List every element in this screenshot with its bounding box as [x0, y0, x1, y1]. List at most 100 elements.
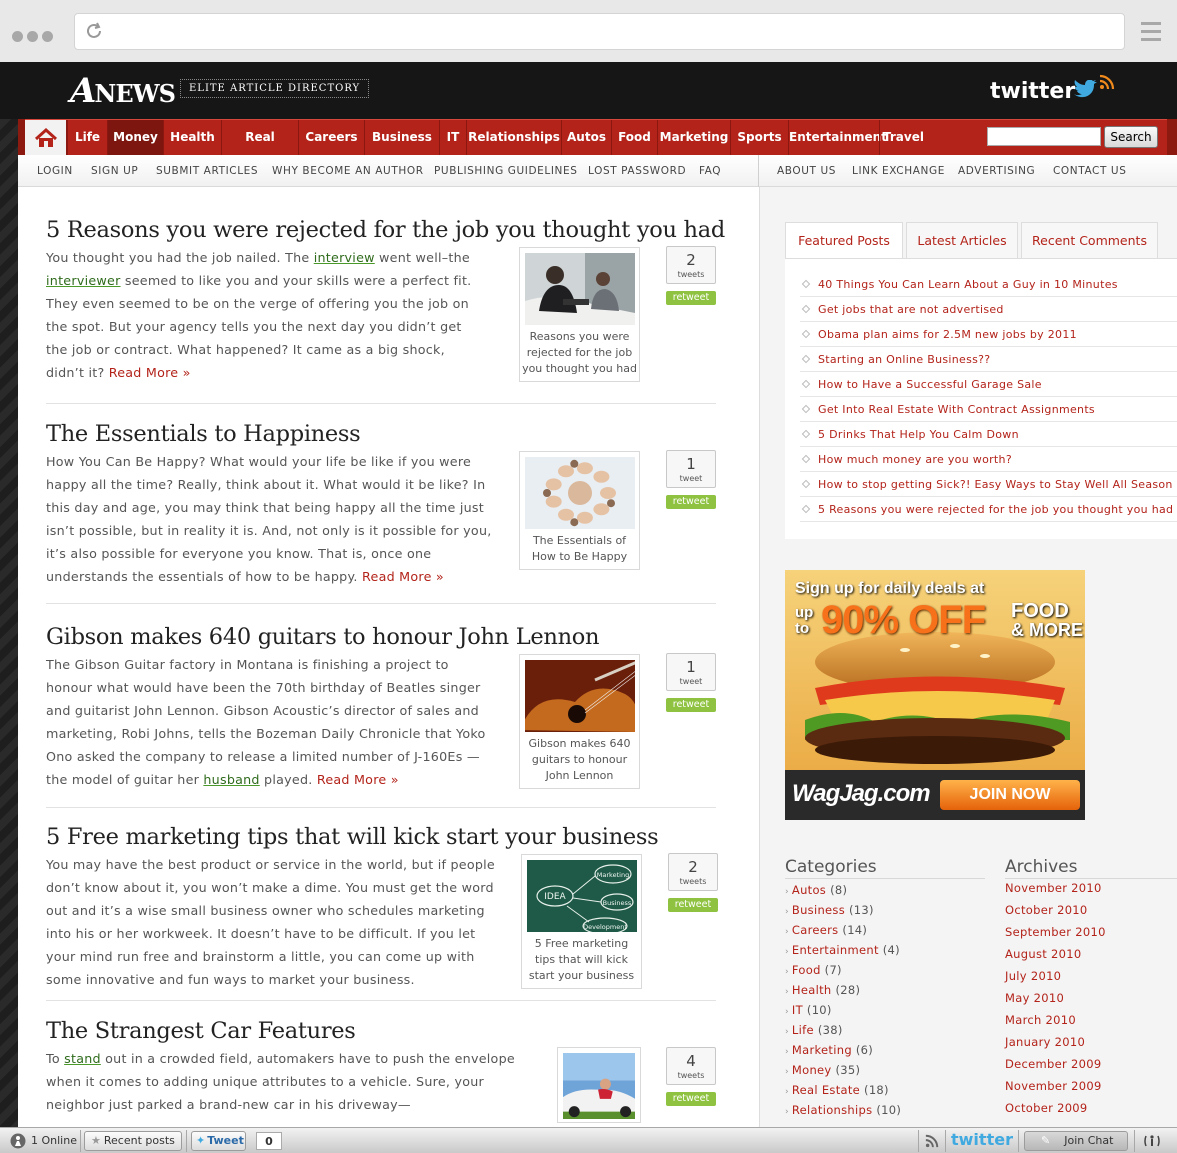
ad-join-button[interactable]: JOIN NOW [940, 786, 1080, 804]
category-item[interactable]: › Autos (8) [785, 883, 847, 897]
search-button[interactable]: Search [1104, 126, 1158, 148]
category-item[interactable]: › Food (7) [785, 963, 842, 977]
archive-link[interactable]: October 2009 [1005, 1101, 1088, 1115]
twitter-link[interactable]: twitter [990, 79, 1075, 104]
post-thumbnail[interactable]: Gibson makes 640 guitars to honour John … [519, 654, 640, 789]
tab-latest-articles[interactable]: Latest Articles [906, 222, 1018, 258]
nav-item-entertainment[interactable]: Entertainment [788, 120, 887, 155]
nav-item-money[interactable]: Money [107, 120, 163, 155]
tab-recent-comments[interactable]: Recent Comments [1021, 222, 1158, 258]
nav-item-autos[interactable]: Autos [561, 120, 611, 155]
post-thumbnail[interactable] [557, 1047, 641, 1123]
rss-icon[interactable] [1099, 74, 1115, 90]
category-item[interactable]: › Relationships (10) [785, 1103, 901, 1117]
keyword-link[interactable]: husband [203, 772, 259, 787]
keyword-link[interactable]: interviewer [46, 273, 121, 288]
reload-icon[interactable] [83, 20, 105, 42]
home-button[interactable] [25, 120, 67, 155]
nav-item-marketing[interactable]: Marketing [657, 120, 730, 155]
nav-item-it[interactable]: IT [439, 120, 466, 155]
address-bar[interactable] [74, 13, 1125, 50]
archive-link[interactable]: September 2010 [1005, 925, 1106, 939]
retweet-button[interactable]: retweet [668, 898, 718, 912]
category-item[interactable]: › Marketing (6) [785, 1043, 873, 1057]
subnav-publishing-guidelines[interactable]: Publishing Guidelines [434, 165, 578, 177]
nav-item-business[interactable]: Business [364, 120, 439, 155]
window-controls[interactable] [12, 27, 57, 46]
post-title[interactable]: The Essentials to Happiness [46, 421, 361, 447]
featured-post-link[interactable]: 40 Things You Can Learn About a Guy in 1… [800, 272, 1177, 297]
featured-post-link[interactable]: How to stop getting Sick?! Easy Ways to … [800, 472, 1177, 497]
category-item[interactable]: › Real Estate (18) [785, 1083, 889, 1097]
subnav-submit-articles[interactable]: Submit Articles [156, 165, 258, 177]
nav-item-food[interactable]: Food [611, 120, 657, 155]
nav-item-sports[interactable]: Sports [730, 120, 788, 155]
recent-posts-button[interactable]: ★ Recent posts [84, 1131, 182, 1151]
post-thumbnail[interactable]: Reasons you were rejected for the job yo… [519, 247, 640, 382]
rss-footer-icon[interactable] [925, 1134, 939, 1148]
featured-post-link[interactable]: How much money are you worth? [800, 447, 1177, 472]
post-title[interactable]: Gibson makes 640 guitars to honour John … [46, 624, 600, 650]
subnav-faq[interactable]: FAQ [699, 165, 721, 177]
featured-post-link[interactable]: Starting an Online Business?? [800, 347, 1177, 372]
retweet-button[interactable]: retweet [666, 291, 716, 305]
post-title[interactable]: The Strangest Car Features [46, 1018, 356, 1044]
category-item[interactable]: › Business (13) [785, 903, 874, 917]
featured-post-link[interactable]: 5 Drinks That Help You Calm Down [800, 422, 1177, 447]
archive-link[interactable]: March 2010 [1005, 1013, 1076, 1027]
archive-link[interactable]: November 2010 [1005, 881, 1102, 895]
subnav-login[interactable]: Login [37, 165, 73, 177]
nav-item-travel[interactable]: Travel [879, 120, 927, 155]
archive-link[interactable]: January 2010 [1005, 1035, 1085, 1049]
retweet-button[interactable]: retweet [666, 698, 716, 712]
nav-item-health[interactable]: Health [163, 120, 221, 155]
archive-link[interactable]: December 2009 [1005, 1057, 1101, 1071]
read-more-link[interactable]: Read More » [317, 772, 399, 787]
subnav-why-become-an-author[interactable]: Why Become an Author [272, 165, 424, 177]
retweet-button[interactable]: retweet [666, 1092, 716, 1106]
nav-item-life[interactable]: Life [67, 120, 107, 155]
post-thumbnail[interactable]: IDEA Marketing Business Development 5 Free m… [521, 854, 642, 989]
read-more-link[interactable]: Read More » [362, 569, 444, 584]
keyword-link[interactable]: stand [64, 1051, 101, 1066]
subnav-lost-password[interactable]: Lost Password [588, 165, 686, 177]
subnav-sign-up[interactable]: Sign up [91, 165, 138, 177]
read-more-link[interactable]: Read More » [109, 365, 191, 380]
category-item[interactable]: › Careers (14) [785, 923, 867, 937]
post-thumbnail[interactable]: The Essentials of How to Be Happy [519, 451, 640, 570]
accessibility-icon[interactable] [1143, 1133, 1161, 1149]
twitter-bird-icon[interactable] [1072, 80, 1098, 102]
tweet-count-box[interactable]: 2 tweets [668, 853, 718, 891]
archive-link[interactable]: May 2010 [1005, 991, 1064, 1005]
tab-featured-posts[interactable]: Featured Posts [785, 222, 903, 259]
post-title[interactable]: 5 Free marketing tips that will kick sta… [46, 824, 659, 850]
post-title[interactable]: 5 Reasons you were rejected for the job … [46, 217, 725, 243]
archive-link[interactable]: October 2010 [1005, 903, 1088, 917]
tweet-count-box[interactable]: 1 tweet [666, 653, 716, 691]
tweet-count-box[interactable]: 1 tweet [666, 450, 716, 488]
featured-post-link[interactable]: Get Into Real Estate With Contract Assig… [800, 397, 1177, 422]
featured-post-link[interactable]: Obama plan aims for 2.5M new jobs by 201… [800, 322, 1177, 347]
archive-link[interactable]: August 2010 [1005, 947, 1081, 961]
subnav-link-exchange[interactable]: Link Exchange [852, 165, 945, 177]
tweet-count-box[interactable]: 4 tweets [666, 1047, 716, 1085]
ad-banner[interactable]: Sign up for daily deals at up to 90% OFF… [785, 570, 1085, 820]
twitter-footer-link[interactable]: twitter [951, 1128, 1013, 1153]
subnav-about-us[interactable]: About Us [777, 165, 836, 177]
nav-item-relationships[interactable]: Relationships [466, 120, 561, 155]
online-count[interactable]: 1 Online [31, 1128, 77, 1153]
featured-post-link[interactable]: Get jobs that are not advertised [800, 297, 1177, 322]
category-item[interactable]: › Money (35) [785, 1063, 860, 1077]
tweet-button[interactable]: ✦ Tweet [191, 1131, 246, 1151]
search-input[interactable] [987, 127, 1101, 146]
keyword-link[interactable]: interview [314, 250, 375, 265]
subnav-advertising[interactable]: Advertising [958, 165, 1035, 177]
join-chat-button[interactable]: ✎ Join Chat [1024, 1131, 1128, 1151]
category-item[interactable]: › Entertainment (4) [785, 943, 900, 957]
tweet-count-box[interactable]: 2 tweets [666, 246, 716, 284]
archive-link[interactable]: November 2009 [1005, 1079, 1102, 1093]
category-item[interactable]: › Health (28) [785, 983, 860, 997]
nav-item-careers[interactable]: Careers [298, 120, 364, 155]
nav-item-real-estate[interactable]: Real Estate [221, 120, 298, 178]
category-item[interactable]: › Life (38) [785, 1023, 843, 1037]
